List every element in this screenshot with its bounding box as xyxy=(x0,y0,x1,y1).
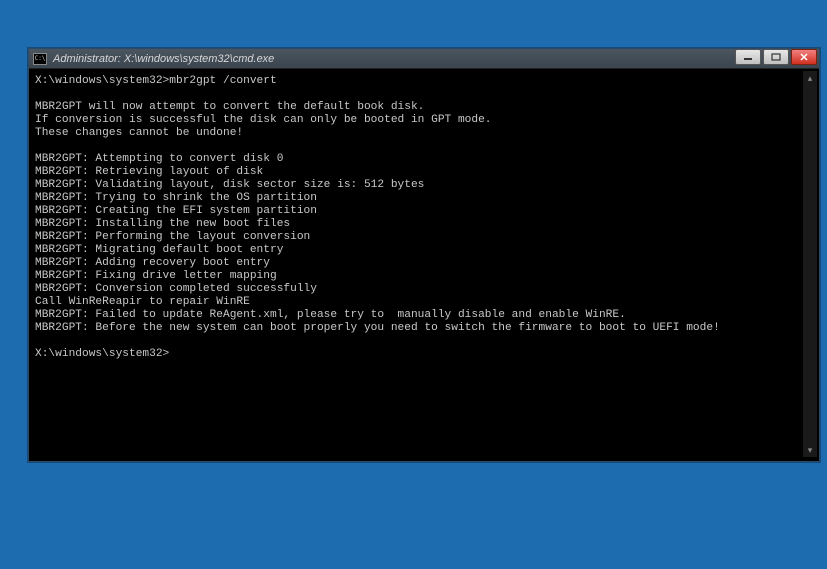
window-controls xyxy=(735,49,817,65)
minimize-button[interactable] xyxy=(735,49,761,65)
terminal-content: X:\windows\system32>mbr2gpt /convert MBR… xyxy=(33,71,803,365)
scroll-down-icon[interactable]: ▾ xyxy=(808,443,813,457)
close-button[interactable] xyxy=(791,49,817,65)
cmd-window: C:\ Administrator: X:\windows\system32\c… xyxy=(28,48,820,462)
scrollbar[interactable]: ▴ ▾ xyxy=(803,71,817,457)
maximize-button[interactable] xyxy=(763,49,789,65)
window-title: Administrator: X:\windows\system32\cmd.e… xyxy=(53,53,274,65)
titlebar[interactable]: C:\ Administrator: X:\windows\system32\c… xyxy=(29,49,819,69)
scroll-up-icon[interactable]: ▴ xyxy=(808,71,813,85)
terminal-area[interactable]: X:\windows\system32>mbr2gpt /convert MBR… xyxy=(33,71,803,457)
cmd-icon: C:\ xyxy=(33,53,47,65)
